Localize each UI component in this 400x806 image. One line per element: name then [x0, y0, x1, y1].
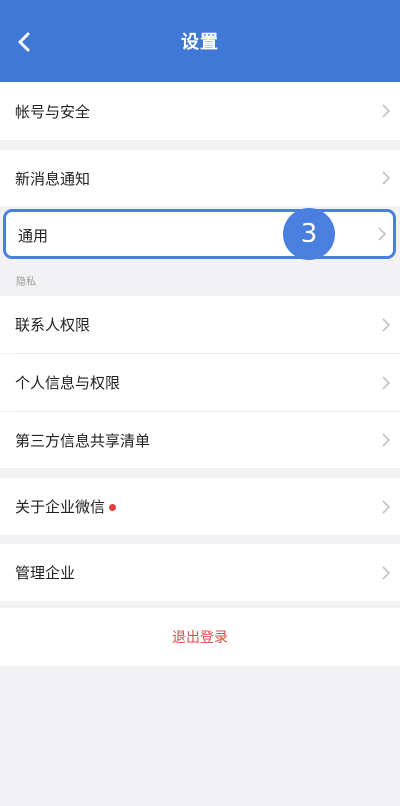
row-label: 通用	[18, 227, 49, 245]
settings-row-notifications[interactable]: 新消息通知	[0, 150, 400, 206]
chevron-right-icon	[382, 171, 391, 185]
row-label: 新消息通知	[15, 169, 91, 188]
chevron-right-icon	[382, 375, 391, 390]
row-label: 关于企业微信	[15, 496, 117, 517]
row-label: 联系人权限	[15, 316, 91, 334]
settings-row-personal-info-permission[interactable]: 个人信息与权限	[0, 354, 400, 411]
step-number-badge: 3	[283, 208, 335, 260]
page-title: 设置	[181, 32, 219, 53]
settings-row-account-security[interactable]: 帐号与安全	[0, 82, 400, 140]
row-label: 帐号与安全	[15, 102, 91, 121]
section-label-privacy: 隐私	[16, 277, 36, 288]
nav-bar: 设置	[0, 0, 400, 82]
chevron-right-icon	[382, 433, 391, 447]
chevron-right-icon	[382, 317, 391, 332]
chevron-right-icon	[382, 565, 391, 580]
settings-row-third-party-sharing[interactable]: 第三方信息共享清单	[0, 412, 400, 468]
row-label: 个人信息与权限	[15, 374, 121, 392]
red-dot-badge	[109, 504, 117, 511]
chevron-right-icon	[382, 104, 391, 118]
chevron-right-icon	[382, 499, 391, 514]
settings-row-manage-enterprise[interactable]: 管理企业	[0, 544, 400, 601]
row-label: 管理企业	[15, 564, 76, 582]
about-label-text: 关于企业微信	[15, 498, 106, 516]
logout-label: 退出登录	[172, 630, 228, 646]
logout-button[interactable]: 退出登录	[0, 608, 400, 666]
settings-row-contacts-permission[interactable]: 联系人权限	[0, 296, 400, 353]
settings-row-about[interactable]: 关于企业微信	[0, 478, 400, 535]
chevron-right-icon	[378, 227, 387, 241]
settings-row-general[interactable]: 通用	[3, 209, 396, 259]
row-label: 第三方信息共享清单	[15, 431, 151, 450]
